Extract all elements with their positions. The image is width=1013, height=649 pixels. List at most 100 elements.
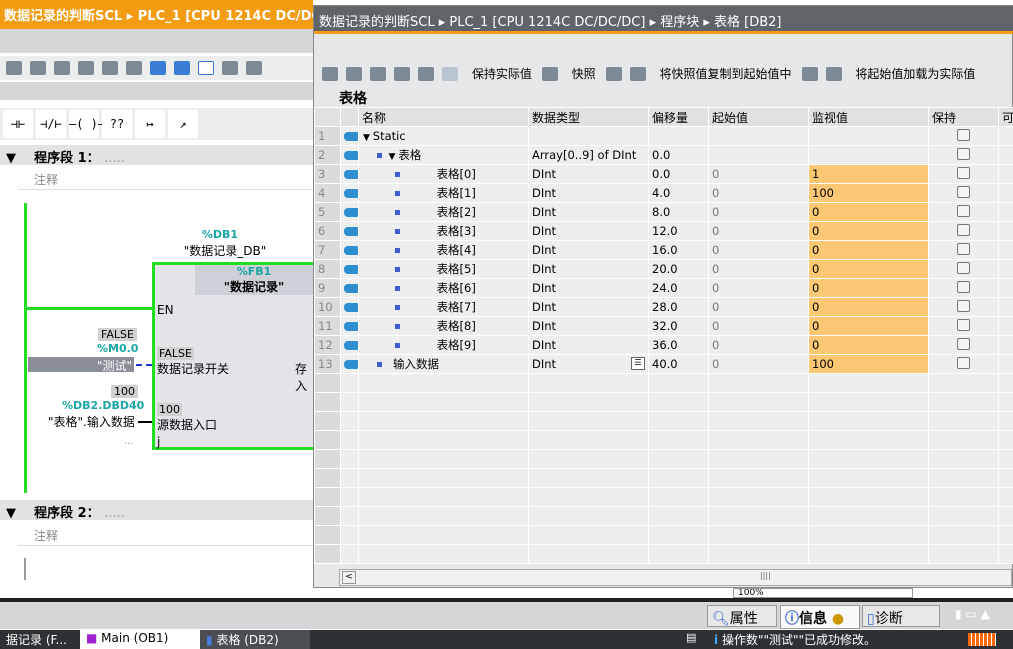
- type-cell[interactable]: DInt: [528, 183, 649, 203]
- monitor-value-cell[interactable]: 0: [808, 297, 929, 317]
- name-cell[interactable]: 表格[4]: [358, 240, 529, 260]
- monitor-value-cell[interactable]: 100: [808, 183, 929, 203]
- retain-checkbox[interactable]: [957, 356, 970, 369]
- column-header[interactable]: 起始值: [708, 107, 809, 127]
- start-value-cell[interactable]: 0: [708, 259, 809, 279]
- overview-icon[interactable]: ▤: [680, 630, 702, 649]
- coil-button[interactable]: –( )–: [69, 110, 105, 138]
- retain-checkbox[interactable]: [957, 242, 970, 255]
- start-value-cell[interactable]: 0: [708, 278, 809, 298]
- table-row[interactable]: 7 表格[4] DInt 16.0 0 0: [314, 240, 1013, 260]
- toolbar-icon[interactable]: [150, 60, 166, 75]
- network-title[interactable]: .....: [104, 151, 125, 166]
- toolbar-icon[interactable]: [126, 60, 142, 75]
- instance-db-name[interactable]: "数据记录_DB": [150, 242, 300, 259]
- monitor-glasses-icon[interactable]: [442, 66, 458, 81]
- type-cell[interactable]: DInt: [528, 316, 649, 336]
- column-header[interactable]: [314, 107, 341, 127]
- window-controls-icon[interactable]: ▮ ▭ ▲: [955, 607, 990, 621]
- network-title[interactable]: .....: [104, 506, 125, 521]
- name-cell[interactable]: 表格[9]: [358, 335, 529, 355]
- table-row[interactable]: 9 表格[6] DInt 24.0 0 0: [314, 278, 1013, 298]
- task-fb[interactable]: 据记录 (F...: [0, 630, 78, 649]
- name-cell[interactable]: 表格[3]: [358, 221, 529, 241]
- type-cell[interactable]: [528, 126, 649, 146]
- name-cell[interactable]: 表格[5]: [358, 259, 529, 279]
- table-row[interactable]: 4 表格[1] DInt 4.0 0 100: [314, 183, 1013, 203]
- operand-input-data[interactable]: "表格".输入数据: [48, 413, 135, 430]
- column-header[interactable]: 监视值: [808, 107, 929, 127]
- network-1-header[interactable]: ▼ 程序段 1： .....: [0, 145, 313, 166]
- name-cell[interactable]: 表格[6]: [358, 278, 529, 298]
- type-picker-icon[interactable]: ☰: [631, 357, 645, 370]
- add-row-icon[interactable]: [346, 66, 362, 81]
- name-cell[interactable]: ▼ 表格: [358, 145, 529, 165]
- monitor-value-cell[interactable]: 0: [808, 240, 929, 260]
- open-branch-button[interactable]: ↦: [135, 110, 165, 138]
- monitor-value-cell[interactable]: 1: [808, 164, 929, 184]
- table-row[interactable]: 8 表格[5] DInt 20.0 0 0: [314, 259, 1013, 279]
- table-row[interactable]: 13 输入数据 DInt ☰ 40.0 0 100: [314, 354, 1013, 374]
- retain-checkbox[interactable]: [957, 223, 970, 236]
- table-row[interactable]: 12 表格[9] DInt 36.0 0 0: [314, 335, 1013, 355]
- retain-checkbox[interactable]: [957, 147, 970, 160]
- start-value-cell[interactable]: 0: [708, 354, 809, 374]
- name-cell[interactable]: 表格[8]: [358, 316, 529, 336]
- type-cell[interactable]: Array[0..9] of DInt: [528, 145, 649, 165]
- table-row[interactable]: 6 表格[3] DInt 12.0 0 0: [314, 221, 1013, 241]
- start-value-cell[interactable]: 0: [708, 240, 809, 260]
- toolbar-icon[interactable]: [222, 60, 238, 75]
- type-cell[interactable]: DInt: [528, 221, 649, 241]
- load-start-button[interactable]: 将起始值加载为实际值: [855, 67, 975, 81]
- toolbar-icon[interactable]: [102, 60, 118, 75]
- retain-checkbox[interactable]: [957, 280, 970, 293]
- start-value-cell[interactable]: 0: [708, 297, 809, 317]
- start-value-cell[interactable]: 0: [708, 183, 809, 203]
- snapshot-button[interactable]: 快照: [572, 67, 596, 81]
- tab-diagnostics[interactable]: ▯诊断: [862, 605, 940, 627]
- retain-checkbox[interactable]: [957, 318, 970, 331]
- expand-triangle-icon[interactable]: ▼: [363, 133, 373, 143]
- toolbar-icon[interactable]: [30, 60, 46, 75]
- normally-closed-contact-button[interactable]: ⊣/⊢: [36, 110, 66, 138]
- name-cell[interactable]: 输入数据: [358, 354, 529, 374]
- monitor-value-cell[interactable]: 0: [808, 221, 929, 241]
- horizontal-scrollbar[interactable]: < ||||: [339, 569, 1012, 586]
- name-cell[interactable]: 表格[1]: [358, 183, 529, 203]
- monitor-value-cell[interactable]: [808, 145, 929, 165]
- task-db2[interactable]: ▮ 表格 (DB2): [200, 630, 310, 649]
- operand-placeholder[interactable]: ...: [124, 436, 134, 447]
- check-icon[interactable]: [394, 66, 410, 81]
- expand-triangle-icon[interactable]: ▼: [386, 152, 399, 162]
- network-1-comment[interactable]: 注释: [18, 168, 313, 190]
- tab-properties[interactable]: 🔍︎属性: [707, 605, 777, 627]
- toolbar-icon[interactable]: [78, 60, 94, 75]
- comment-icon[interactable]: [198, 60, 214, 75]
- name-cell[interactable]: 表格[7]: [358, 297, 529, 317]
- zoom-field[interactable]: 100%: [733, 588, 913, 598]
- fb-block[interactable]: %FB1 "数据记录" EN FALSE 数据记录开关 存入 100 源数据入口…: [152, 262, 313, 450]
- type-cell[interactable]: DInt: [528, 202, 649, 222]
- monitor-value-cell[interactable]: 0: [808, 278, 929, 298]
- toolbar-icon[interactable]: [6, 60, 22, 75]
- copy-snapshot-button[interactable]: 将快照值复制到起始值中: [660, 67, 792, 81]
- column-header[interactable]: [340, 107, 359, 127]
- monitor-value-cell[interactable]: 0: [808, 202, 929, 222]
- column-header[interactable]: 数据类型: [528, 107, 649, 127]
- monitor-value-cell[interactable]: 0: [808, 316, 929, 336]
- db-icon[interactable]: [541, 66, 558, 81]
- start-value-cell[interactable]: [708, 126, 809, 146]
- type-cell[interactable]: DInt: [528, 259, 649, 279]
- retain-checkbox[interactable]: [957, 204, 970, 217]
- type-cell[interactable]: DInt: [528, 335, 649, 355]
- network-2-header[interactable]: ▼ 程序段 2： .....: [0, 500, 313, 521]
- retain-checkbox[interactable]: [957, 261, 970, 274]
- monitor-value-cell[interactable]: 0: [808, 259, 929, 279]
- monitor-value-cell[interactable]: [808, 126, 929, 146]
- keep-actual-button[interactable]: 保持实际值: [472, 67, 532, 81]
- insert-row-icon[interactable]: [322, 66, 338, 81]
- task-main-ob1[interactable]: ■ Main (OB1): [80, 630, 200, 649]
- start-value-cell[interactable]: 0: [708, 221, 809, 241]
- retain-checkbox[interactable]: [957, 185, 970, 198]
- name-cell[interactable]: 表格[2]: [358, 202, 529, 222]
